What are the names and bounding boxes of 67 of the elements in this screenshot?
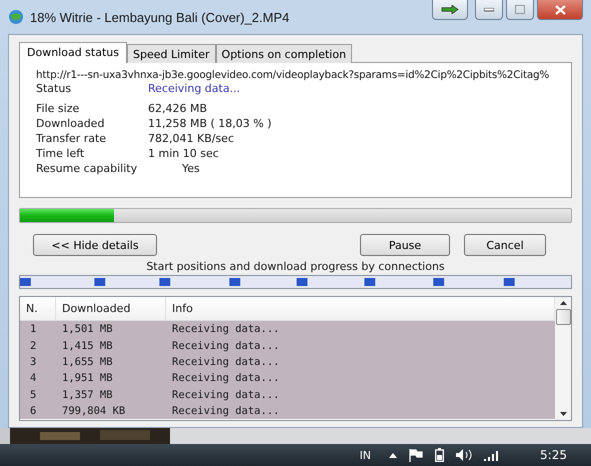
speaker-icon[interactable] (456, 449, 472, 461)
table-cell-text: 1,357 MB (61, 388, 114, 401)
detail-value: 11,258 MB ( 18,03 % ) (148, 116, 272, 131)
battery-icon[interactable] (435, 448, 444, 462)
tab[interactable]: Download status (19, 42, 127, 63)
table-cell-text: 1,415 MB (61, 340, 114, 352)
pause-button[interactable]: Pause (360, 234, 450, 256)
table-row[interactable]: 2 1,415 MB Receiving data... (20, 337, 555, 354)
detail-value: 782,041 KB/sec (148, 131, 234, 146)
detail-label: Time left (36, 146, 86, 161)
signal-icon[interactable] (484, 450, 500, 460)
table-cell-text: Receiving data... (171, 388, 280, 401)
table-row[interactable]: 6 799,804 KB Receiving data... (20, 402, 555, 420)
table-cell-text: 4 (29, 372, 38, 384)
arrow-icon (441, 5, 459, 14)
tab[interactable]: Speed Limiter (126, 44, 216, 63)
table-row[interactable]: 5 1,357 MB Receiving data... (20, 386, 555, 403)
globe-icon (8, 9, 24, 25)
detail-value: 1 min 10 sec (148, 146, 219, 161)
table-cell-text: 6 (29, 405, 38, 418)
scroll-thumb[interactable] (556, 309, 570, 325)
close-icon (554, 4, 566, 14)
scrollbar[interactable] (555, 297, 571, 420)
flag-icon[interactable] (409, 448, 424, 462)
maximize-button[interactable] (506, 0, 534, 20)
hide-details-button[interactable]: << Hide details (33, 234, 157, 256)
table-cell-text: 1,951 MB (61, 372, 114, 384)
clock[interactable]: 5:25 (540, 448, 567, 462)
table-cell-text: 5 (29, 388, 38, 401)
detail-label: Resume capability (36, 161, 138, 176)
column-header[interactable]: N. (20, 297, 56, 320)
scroll-down-icon (560, 412, 566, 416)
table-cell-text: 2 (29, 340, 38, 352)
arrow-button[interactable] (432, 0, 468, 20)
status-value: Receiving data... (148, 81, 240, 96)
detail-value: Yes (181, 161, 200, 176)
table-cell-text: 1,655 MB (61, 356, 114, 368)
table-row[interactable]: 1 1,501 MB Receiving data... (20, 321, 555, 338)
table-cell-text: 1,501 MB (61, 323, 114, 336)
table-cell-text: 3 (29, 356, 38, 368)
up-arrow-icon[interactable] (389, 452, 398, 458)
table-cell-text: Receiving data... (171, 340, 280, 352)
maximize-icon (515, 5, 525, 14)
detail-label: File size (36, 101, 80, 116)
table-cell-text: Receiving data... (171, 372, 280, 384)
window-title: 18% Witrie - Lembayung Bali (Cover)_2.MP4 (30, 10, 290, 24)
tab[interactable]: Options on completion (216, 44, 352, 63)
table-cell-text: Receiving data... (171, 323, 280, 336)
detail-label: Downloaded (36, 116, 106, 131)
minimize-icon (484, 8, 494, 12)
cancel-button[interactable]: Cancel (464, 234, 546, 256)
scroll-up-icon (560, 301, 566, 305)
close-button[interactable] (537, 0, 583, 20)
minimize-button[interactable] (475, 0, 503, 20)
url-text: http://r1---sn-uxa3vhnxa-jb3e.googlevideo.com/videoplayback?sparams=id%2Cip%2Cipbits%2Citag% (36, 69, 550, 81)
table-row[interactable]: 4 1,951 MB Receiving data... (20, 370, 555, 387)
detail-value: 62,426 MB (148, 101, 208, 116)
table-row[interactable]: 3 1,655 MB Receiving data... (20, 354, 555, 370)
column-header[interactable]: Downloaded (56, 297, 166, 320)
connections-caption: Start positions and download progress by connections (145, 260, 446, 273)
table-cell-text: Receiving data... (171, 356, 280, 368)
table-cell-text: 799,804 KB (61, 405, 126, 418)
table-cell-text: Receiving data... (171, 405, 280, 418)
language-indicator[interactable]: IN (360, 448, 372, 462)
detail-label: Transfer rate (36, 131, 108, 146)
table-cell-text: 1 (29, 323, 38, 336)
status-label: Status (36, 81, 72, 96)
